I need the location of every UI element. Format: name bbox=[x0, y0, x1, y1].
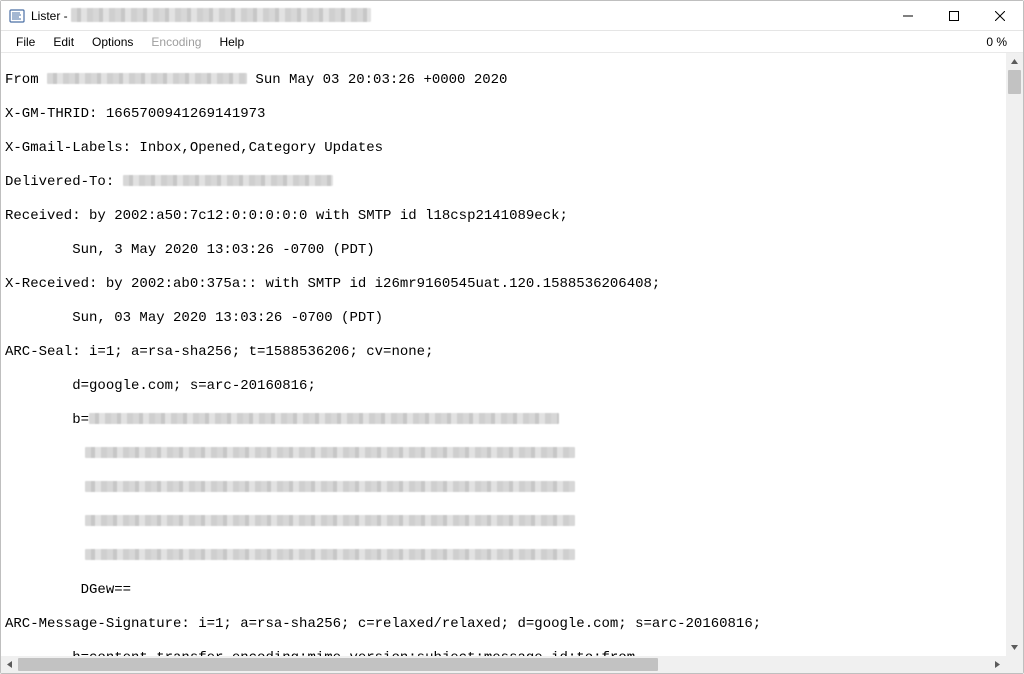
text-line: From Sun May 03 20:03:26 +0000 2020 bbox=[5, 72, 1002, 89]
text-line bbox=[5, 446, 1002, 463]
text-line bbox=[5, 548, 1002, 565]
horizontal-scroll-thumb[interactable] bbox=[18, 658, 658, 671]
horizontal-scrollbar[interactable] bbox=[1, 656, 1006, 673]
vertical-scroll-track[interactable] bbox=[1006, 70, 1023, 639]
window-title: Lister - bbox=[31, 8, 371, 23]
percent-indicator: 0 % bbox=[986, 35, 1017, 49]
menu-options[interactable]: Options bbox=[83, 33, 142, 51]
scrollbar-corner bbox=[1006, 656, 1023, 673]
horizontal-scroll-track[interactable] bbox=[18, 656, 989, 673]
redacted-text bbox=[89, 413, 559, 424]
scroll-right-icon[interactable] bbox=[989, 656, 1006, 673]
text-viewport: From Sun May 03 20:03:26 +0000 2020 X-GM… bbox=[1, 53, 1006, 656]
text-line: ARC-Seal: i=1; a=rsa-sha256; t=158853620… bbox=[5, 344, 1002, 361]
text-content: From Sun May 03 20:03:26 +0000 2020 X-GM… bbox=[1, 53, 1006, 656]
menubar: File Edit Options Encoding Help 0 % bbox=[1, 31, 1023, 53]
redacted-text bbox=[85, 447, 575, 458]
text-line: DGew== bbox=[5, 582, 1002, 599]
vertical-scrollbar[interactable] bbox=[1006, 53, 1023, 656]
text-line: ARC-Message-Signature: i=1; a=rsa-sha256… bbox=[5, 616, 1002, 633]
scroll-down-icon[interactable] bbox=[1006, 639, 1023, 656]
scroll-left-icon[interactable] bbox=[1, 656, 18, 673]
text-line bbox=[5, 514, 1002, 531]
titlebar: Lister - bbox=[1, 1, 1023, 31]
menu-edit[interactable]: Edit bbox=[44, 33, 83, 51]
close-button[interactable] bbox=[977, 1, 1023, 31]
text-line: Received: by 2002:a50:7c12:0:0:0:0:0 wit… bbox=[5, 208, 1002, 225]
text-line: b= bbox=[5, 412, 1002, 429]
text-line bbox=[5, 480, 1002, 497]
redacted-text bbox=[85, 481, 575, 492]
menu-help[interactable]: Help bbox=[210, 33, 253, 51]
redacted-text bbox=[71, 8, 371, 22]
redacted-text bbox=[123, 175, 333, 186]
scroll-up-icon[interactable] bbox=[1006, 53, 1023, 70]
text-line: d=google.com; s=arc-20160816; bbox=[5, 378, 1002, 395]
text-line: Sun, 3 May 2020 13:03:26 -0700 (PDT) bbox=[5, 242, 1002, 259]
text-line: X-Gmail-Labels: Inbox,Opened,Category Up… bbox=[5, 140, 1002, 157]
menu-file[interactable]: File bbox=[7, 33, 44, 51]
maximize-button[interactable] bbox=[931, 1, 977, 31]
redacted-text bbox=[47, 73, 247, 84]
redacted-text bbox=[85, 549, 575, 560]
app-icon bbox=[9, 8, 25, 24]
text-line: Delivered-To: bbox=[5, 174, 1002, 191]
redacted-text bbox=[85, 515, 575, 526]
window-controls bbox=[885, 1, 1023, 30]
text-line: Sun, 03 May 2020 13:03:26 -0700 (PDT) bbox=[5, 310, 1002, 327]
menu-encoding[interactable]: Encoding bbox=[142, 33, 210, 51]
text-line: X-Received: by 2002:ab0:375a:: with SMTP… bbox=[5, 276, 1002, 293]
minimize-button[interactable] bbox=[885, 1, 931, 31]
vertical-scroll-thumb[interactable] bbox=[1008, 70, 1021, 94]
text-line: X-GM-THRID: 1665700941269141973 bbox=[5, 106, 1002, 123]
